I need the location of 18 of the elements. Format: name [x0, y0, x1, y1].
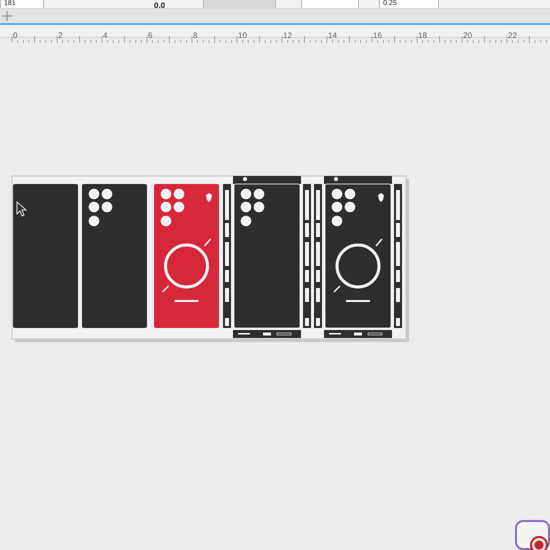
- value-text: 0.0: [154, 0, 166, 8]
- ruler-number: 22: [508, 31, 517, 40]
- ruler-number: 6: [148, 31, 152, 40]
- dropdown-field[interactable]: [203, 0, 276, 8]
- ruler-number: 20: [463, 31, 472, 40]
- add-tab-icon[interactable]: [2, 11, 12, 21]
- ruler-number: 2: [58, 31, 62, 40]
- ruler-number: 18: [418, 31, 427, 40]
- ruler-number: 12: [283, 31, 292, 40]
- ruler-number: 16: [373, 31, 382, 40]
- ruler-number: 8: [193, 31, 198, 40]
- mouse-cursor-icon: [16, 201, 28, 217]
- ruler-number: 4: [103, 31, 108, 40]
- dropdown-field[interactable]: [301, 0, 360, 8]
- ruler-number: 10: [238, 31, 247, 40]
- ruler-number: 0: [13, 31, 18, 40]
- record-icon[interactable]: [530, 536, 548, 550]
- ruler-number: 14: [328, 31, 337, 40]
